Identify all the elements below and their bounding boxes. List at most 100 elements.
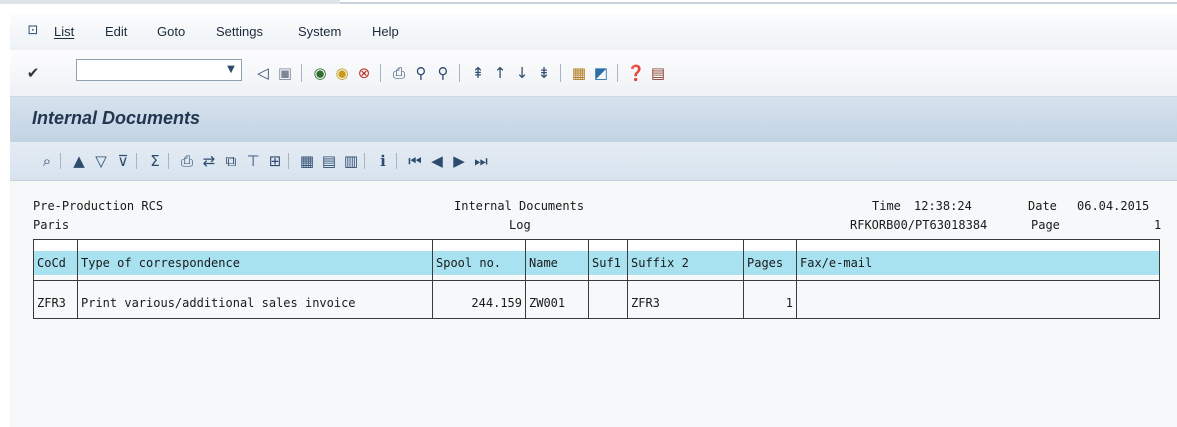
header-cell: Spool no.: [433, 251, 525, 275]
help-icon[interactable]: ❓: [627, 64, 646, 82]
table-cell-type[interactable]: Print various/additional sales invoice: [78, 291, 432, 315]
column-header-suffix2[interactable]: Suffix 2: [628, 251, 743, 275]
sort-ascending-icon[interactable]: ▲: [70, 152, 88, 170]
last-page-icon[interactable]: ⇟: [535, 64, 553, 82]
column-header-spool[interactable]: Spool no.: [433, 251, 525, 275]
information-icon[interactable]: ℹ: [374, 152, 392, 170]
back-arrow-icon[interactable]: ◁: [254, 64, 272, 82]
column-header-fax-email[interactable]: Fax/e-mail: [797, 251, 1159, 275]
customize-layout-icon[interactable]: ▤: [649, 64, 667, 82]
column-header-suf1[interactable]: Suf1: [589, 251, 627, 275]
column-header-type[interactable]: Type of correspondence: [78, 251, 432, 275]
program-name: RFKORB00/PT63018384: [850, 218, 988, 232]
shortcut-icon[interactable]: ◩: [592, 64, 610, 82]
page-title: Internal Documents: [32, 108, 201, 128]
command-field[interactable]: ▼: [76, 59, 242, 81]
header-cell: Suf1: [589, 251, 627, 275]
toolbar-separator: [380, 64, 381, 82]
date-label: Date: [1028, 199, 1057, 213]
header-cell: Suffix 2: [628, 251, 743, 275]
table-cell-suffix2[interactable]: ZFR3: [628, 291, 743, 315]
table-border: [33, 239, 1160, 240]
create-session-icon[interactable]: ▦: [570, 64, 588, 82]
find-icon[interactable]: ⚲: [412, 64, 430, 82]
system-toolbar: ✔ ▼ ◁ ▣ ◉ ◉ ⊗ ⎙ ⚲ ⚲ ⇞ ↑ ↓ ⇟ ▦ ◩ ❓ ▤: [10, 50, 1177, 97]
chevron-down-icon[interactable]: ▼: [223, 61, 239, 77]
header-cell: Fax/e-mail: [797, 251, 1159, 275]
date-value: 06.04.2015: [1077, 199, 1150, 213]
table-cell-fax-email[interactable]: [797, 291, 1159, 315]
toolbar-separator: [136, 153, 137, 169]
table-border: [588, 239, 589, 319]
application-toolbar: ⌕ ▲ ▽ ⊽ Σ ⎙ ⇄ ⧉ ⊤ ⊞ ▦ ▤ ▥ ℹ ⏮ ◀ ▶ ⏭: [10, 142, 1177, 181]
table-border: [743, 239, 744, 319]
window-top-strip: [0, 0, 340, 4]
previous-page-icon[interactable]: ↑: [491, 64, 509, 82]
save-layout-icon[interactable]: ▥: [342, 152, 360, 170]
table-cell-suf1[interactable]: [589, 291, 627, 315]
toolbar-separator: [288, 153, 289, 169]
report-company: Pre-Production RCS: [33, 199, 164, 213]
toolbar-separator: [364, 153, 365, 169]
details-icon[interactable]: ⌕: [38, 152, 56, 170]
header-cell: Pages: [744, 251, 796, 275]
table-border: [33, 239, 34, 319]
table-border: [33, 280, 1160, 281]
spreadsheet-icon[interactable]: ⧉: [222, 152, 240, 170]
print-preview-icon[interactable]: ⎙: [178, 152, 196, 170]
table-cell-cocd[interactable]: ZFR3: [34, 291, 77, 315]
table-cell-pages[interactable]: 1: [744, 291, 796, 315]
toolbar-separator: [617, 64, 618, 82]
navigate-back-icon[interactable]: ◉: [311, 64, 329, 82]
word-processing-icon[interactable]: ⊤: [244, 152, 262, 170]
command-input[interactable]: [77, 62, 225, 80]
cancel-icon[interactable]: ⊗: [355, 64, 373, 82]
documents-table: CoCd Type of correspondence Spool no. Na…: [33, 239, 1160, 319]
filter-delete-icon[interactable]: ⊽: [114, 152, 132, 170]
header-cell: CoCd: [34, 251, 77, 275]
first-page-icon[interactable]: ⇞: [469, 64, 487, 82]
exit-icon[interactable]: ◉: [333, 64, 351, 82]
next-page-icon[interactable]: ▶: [450, 152, 468, 170]
toolbar-separator: [301, 64, 302, 82]
column-header-name[interactable]: Name: [526, 251, 588, 275]
table-border: [77, 239, 78, 319]
header-cell: Type of correspondence: [78, 251, 432, 275]
report-subtitle: Log: [509, 218, 531, 232]
table-border: [627, 239, 628, 319]
change-layout-icon[interactable]: ▦: [298, 152, 316, 170]
menu-help[interactable]: Help: [372, 24, 399, 39]
export-icon[interactable]: ⇄: [200, 152, 218, 170]
next-page-icon[interactable]: ↓: [513, 64, 531, 82]
table-cell-spool[interactable]: 244.159: [433, 291, 525, 315]
table-cell-name[interactable]: ZW001: [526, 291, 588, 315]
menu-goto[interactable]: Goto: [157, 24, 185, 39]
sum-icon[interactable]: Σ: [146, 152, 164, 170]
select-layout-icon[interactable]: ▤: [320, 152, 338, 170]
enter-icon[interactable]: ✔: [24, 64, 42, 82]
time-label: Time: [872, 199, 901, 213]
save-icon[interactable]: ▣: [276, 64, 294, 82]
report-city: Paris: [33, 218, 70, 232]
system-menu-icon[interactable]: ⊡: [24, 22, 42, 40]
header-cell: Name: [526, 251, 588, 275]
menu-system[interactable]: System: [298, 24, 341, 39]
column-header-pages[interactable]: Pages: [744, 251, 796, 275]
page-label: Page: [1031, 218, 1060, 232]
print-icon[interactable]: ⎙: [390, 64, 408, 82]
toolbar-separator: [560, 64, 561, 82]
column-header-cocd[interactable]: CoCd: [34, 251, 77, 275]
previous-page-icon[interactable]: ◀: [428, 152, 446, 170]
last-page-icon[interactable]: ⏭: [472, 152, 490, 170]
first-page-icon[interactable]: ⏮: [406, 152, 424, 170]
menu-edit[interactable]: Edit: [105, 24, 127, 39]
report-title: Internal Documents: [454, 199, 585, 213]
menu-settings[interactable]: Settings: [216, 24, 263, 39]
toolbar-separator: [459, 64, 460, 82]
local-file-icon[interactable]: ⊞: [266, 152, 284, 170]
menu-list[interactable]: List: [54, 24, 74, 39]
find-next-icon[interactable]: ⚲: [434, 64, 452, 82]
toolbar-separator: [396, 153, 397, 169]
table-border: [33, 318, 1160, 319]
filter-icon[interactable]: ▽: [92, 152, 110, 170]
